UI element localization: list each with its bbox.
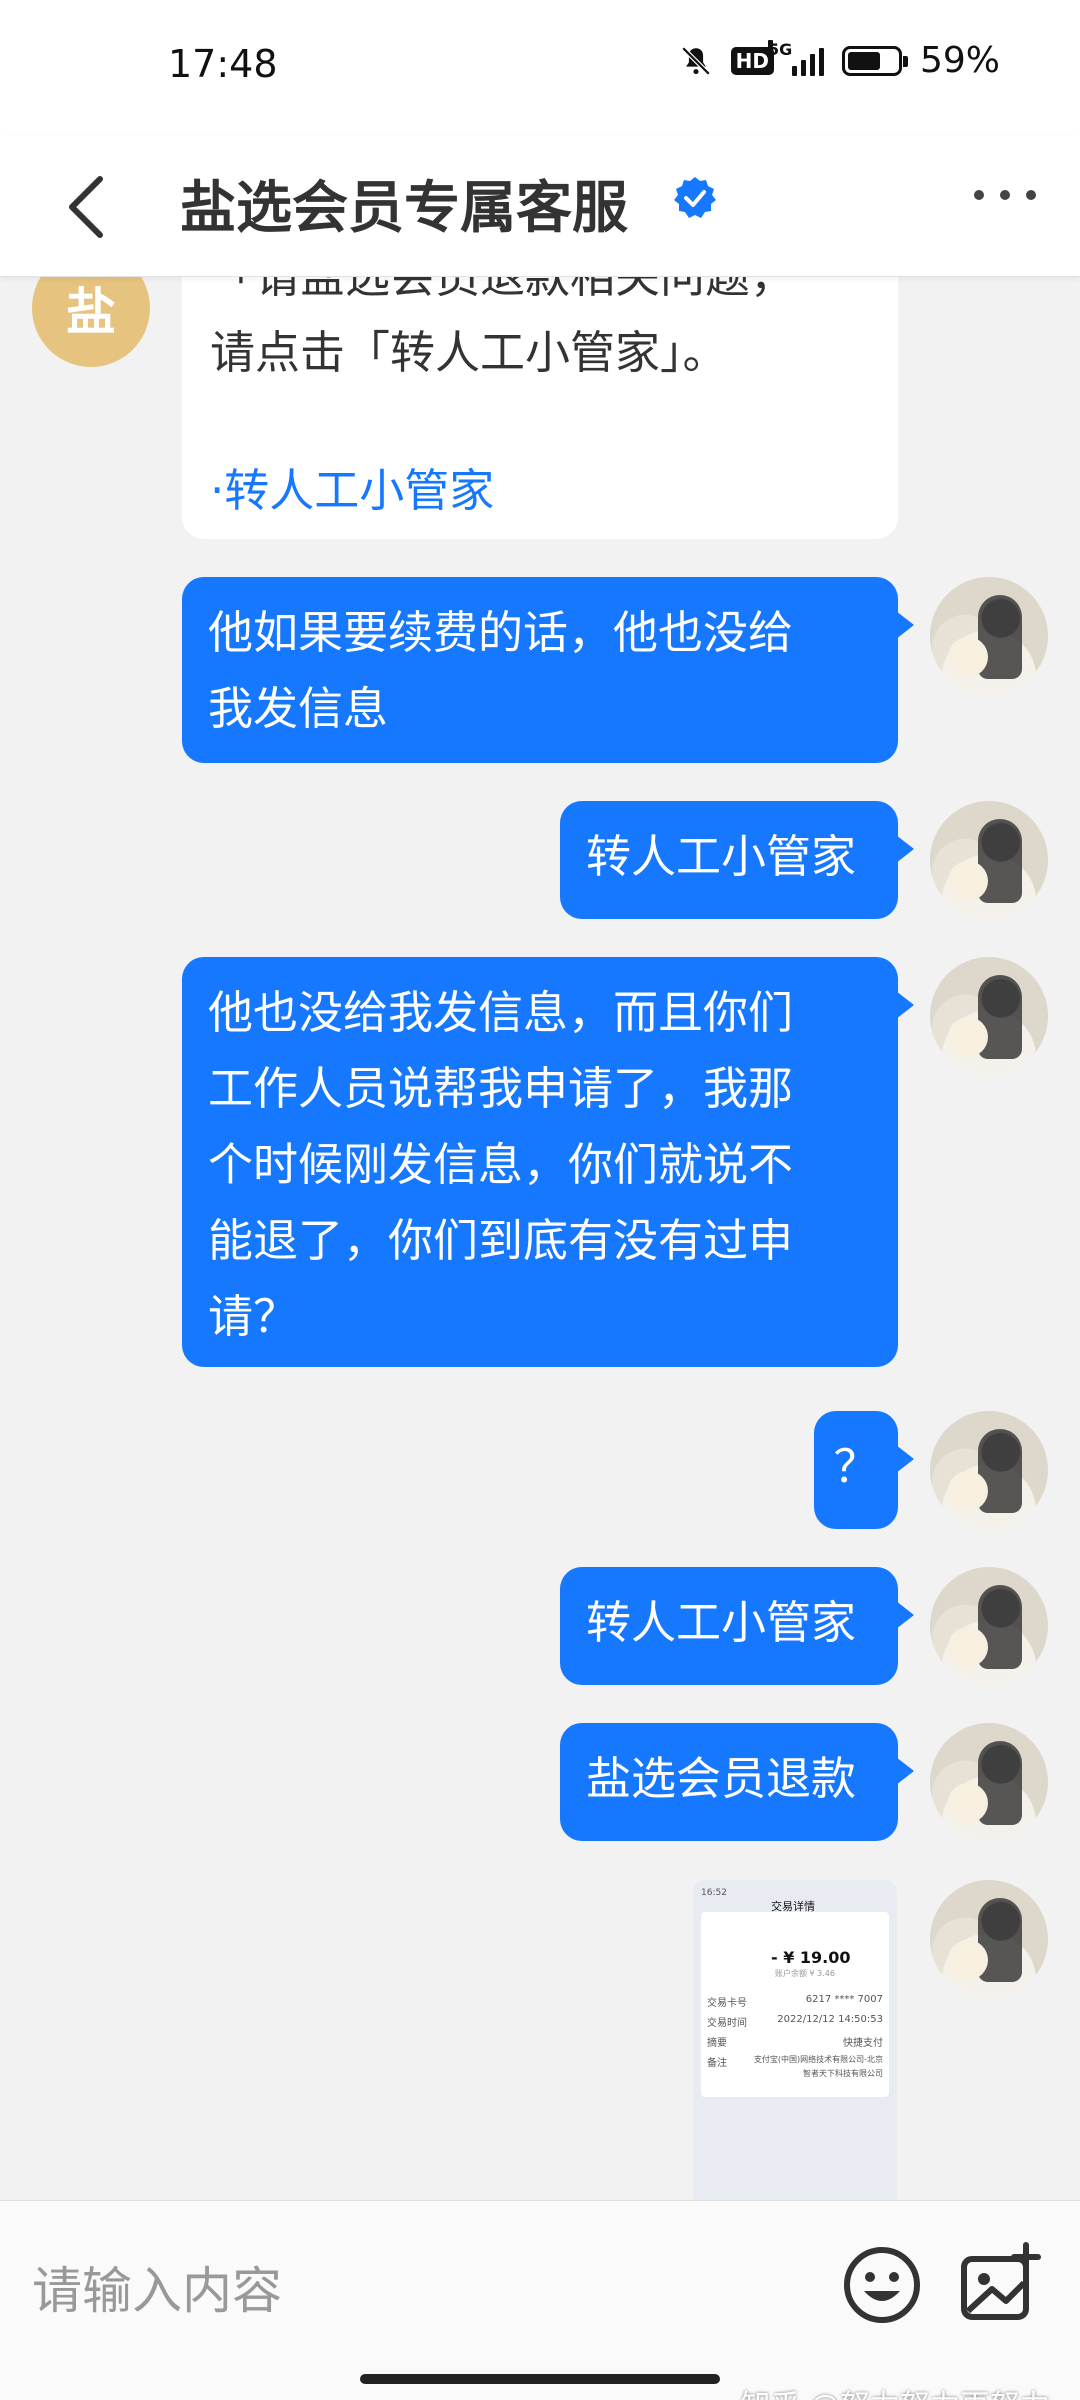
message-line: 盐选会员退款 [586,1752,857,1805]
receipt-card: - ¥ 19.00 账户余额 ¥ 3.46 交易卡号 6217 **** 700… [701,1912,889,2097]
back-arrow-icon[interactable] [58,167,118,247]
bot-message: 「请盐选会员退款相关问题， 请点击「转人工小管家」。 ·转人工小管家 [182,277,898,539]
bot-message-partial: 「请盐选会员退款相关问题， [210,277,870,315]
battery-percent: 59% [919,40,1000,81]
user-avatar[interactable] [930,1723,1048,1841]
message-line: ？ [833,1440,879,1493]
message-line: 转人工小管家 [586,830,857,883]
status-time: 17:48 [168,42,278,86]
input-bar: 请输入内容 知乎 @努力努力再努力 [0,2200,1080,2400]
image-message[interactable]: 16:52 交易详情 - ¥ 19.00 账户余额 ¥ 3.46 交易卡号 62… [693,1880,897,2200]
message-line: 能退了，你们到底有没有过申 [208,1214,794,1267]
bot-message-text: 请点击「转人工小管家」。 [210,326,728,379]
battery-icon [841,45,908,76]
user-avatar[interactable] [930,801,1048,919]
chat-area: 盐 「请盐选会员退款相关问题， 请点击「转人工小管家」。 ·转人工小管家 他如果… [0,277,1080,2200]
message-input[interactable]: 请输入内容 [32,2251,282,2323]
message-line: 我发信息 [208,682,389,735]
user-message: 转人工小管家 [560,801,914,919]
user-message: 盐选会员退款 [560,1723,914,1841]
watermark: 知乎 @努力努力再努力 [740,2381,1050,2400]
chat-header: 盐选会员专属客服 [0,135,1080,277]
status-icons: HD 5G 59% [679,39,1000,81]
message-line: 他如果要续费的话，他也没给 [208,606,794,659]
user-message: 他如果要续费的话，他也没给 我发信息 [182,577,914,763]
home-indicator[interactable] [360,2374,720,2384]
user-avatar[interactable] [930,957,1048,1075]
bot-avatar: 盐 [32,277,150,367]
more-options-icon[interactable] [974,190,1036,200]
user-message: 他也没给我发信息，而且你们 工作人员说帮我申请了，我那 个时候刚发信息，你们就说… [182,957,914,1367]
user-avatar[interactable] [930,1411,1048,1529]
user-avatar[interactable] [930,577,1048,695]
signal-icon: 5G [767,39,824,76]
message-line: 他也没给我发信息，而且你们 [208,986,794,1039]
user-avatar[interactable] [930,1880,1048,1998]
user-avatar[interactable] [930,1567,1048,1685]
page-title: 盐选会员专属客服 [180,176,628,241]
message-line: 请？ [208,1290,299,1343]
receipt-amount: - ¥ 19.00 [771,1948,851,1967]
message-line: 工作人员说帮我申请了，我那 [208,1062,794,1115]
transfer-human-link[interactable]: ·转人工小管家 [210,453,870,529]
add-image-icon[interactable] [958,2241,1042,2325]
message-line: 个时候刚发信息，你们就说不 [208,1138,794,1191]
mute-bell-icon [681,46,710,75]
user-message: 转人工小管家 [560,1567,914,1685]
status-bar: 17:48 HD 5G 59% [0,0,1080,135]
user-message: ？ [814,1411,914,1529]
message-line: 转人工小管家 [586,1596,857,1649]
emoji-icon[interactable] [842,2245,922,2325]
verified-badge-icon [674,177,716,218]
